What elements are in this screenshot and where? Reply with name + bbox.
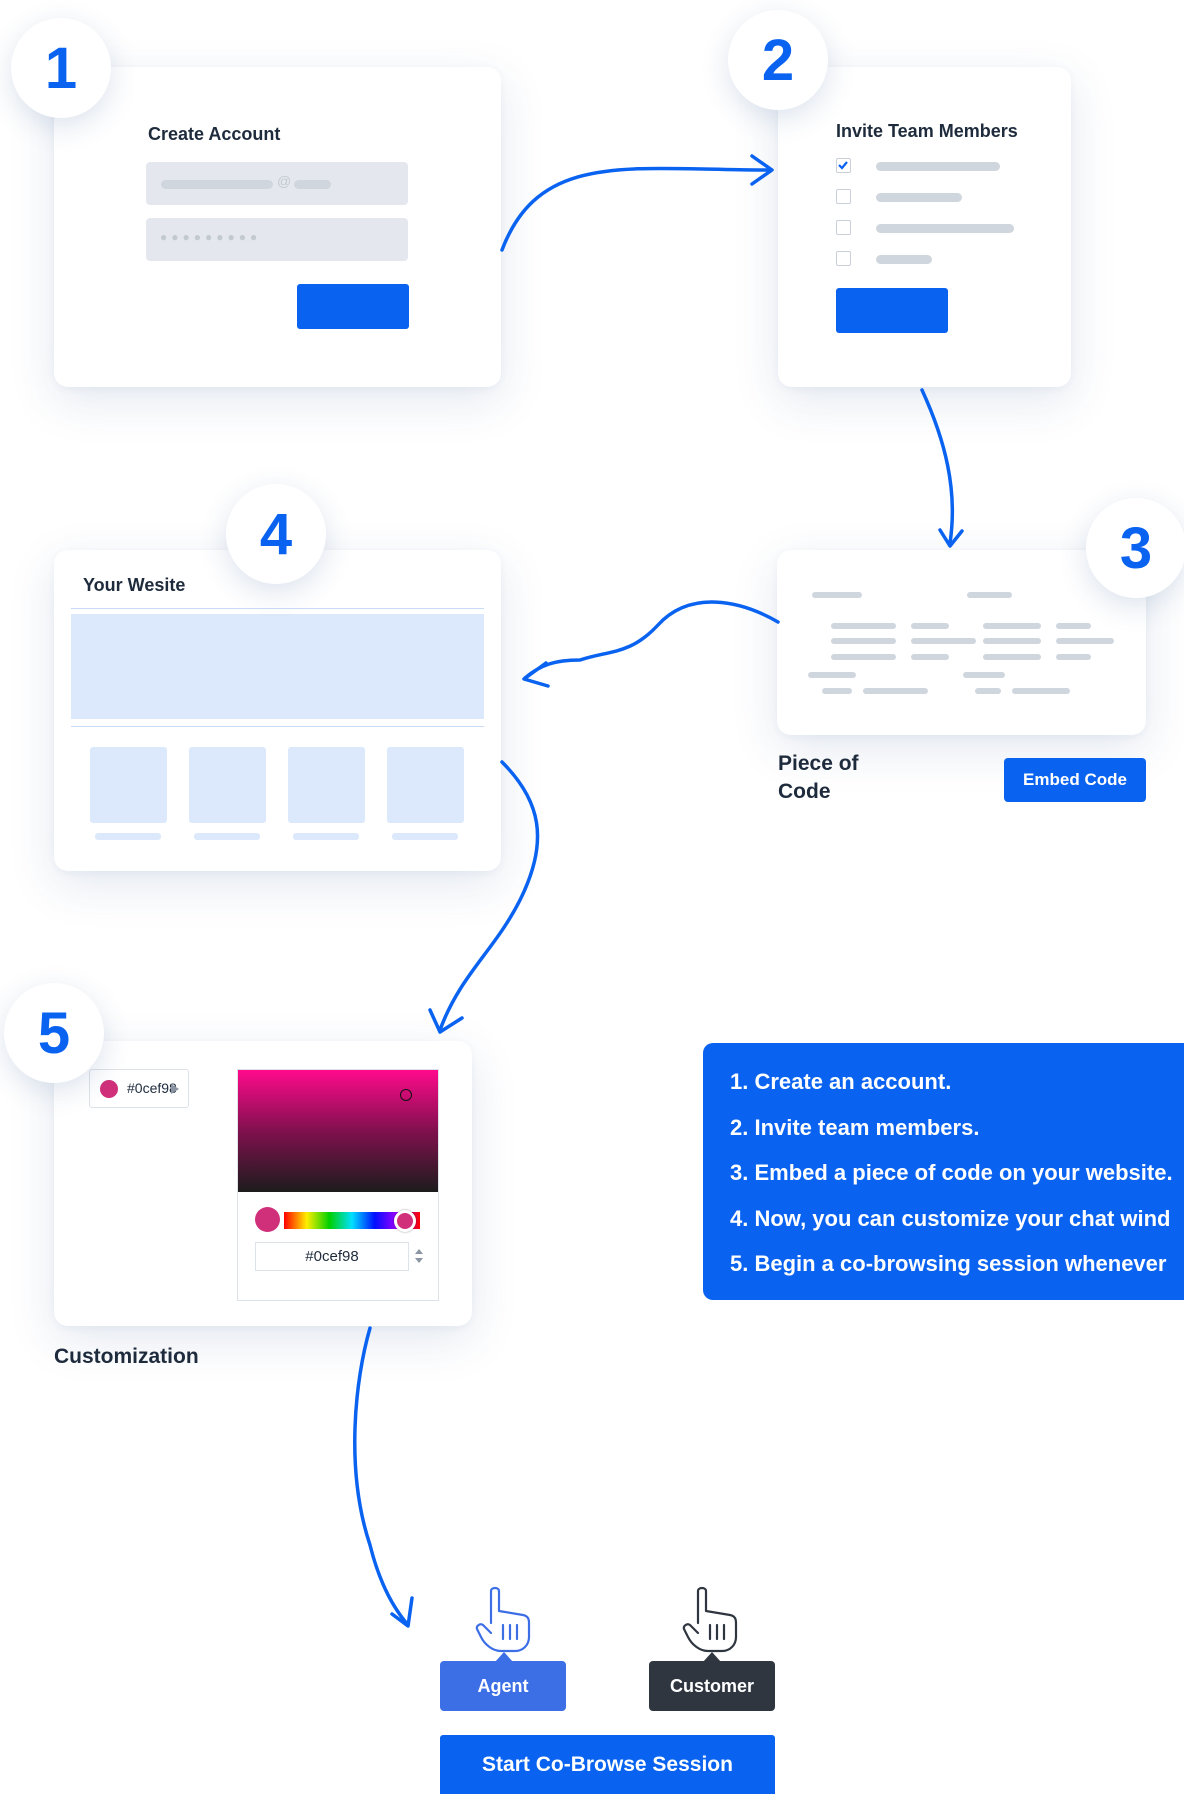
- card-title: Your Wesite: [83, 575, 186, 595]
- arrow-5-to-session-head: [390, 1596, 414, 1628]
- color-picker-panel: #0cef98: [237, 1069, 439, 1301]
- agent-pointer-notch: [495, 1652, 513, 1662]
- step-item: 3. Embed a piece of code on your website…: [730, 1160, 1173, 1185]
- step-badge-4: 4: [226, 484, 326, 584]
- hue-handle[interactable]: [394, 1210, 416, 1232]
- header-divider: [71, 608, 484, 609]
- content-divider: [71, 726, 484, 727]
- steps-summary-box: 1. Create an account. 2. Invite team mem…: [703, 1043, 1184, 1300]
- invite-line-2: [876, 193, 962, 202]
- piece-of-code-caption: Piece of Code: [778, 752, 859, 803]
- invite-checkbox-4[interactable]: [836, 251, 851, 266]
- color-select[interactable]: #0cef98: [89, 1069, 189, 1108]
- invite-line-1: [876, 162, 1000, 171]
- your-website-card: Your Wesite: [54, 550, 501, 871]
- invite-team-card: Invite Team Members: [778, 67, 1071, 387]
- card-title: Create Account: [148, 124, 281, 144]
- hero-banner: [71, 614, 484, 719]
- at-symbol: @: [277, 173, 292, 189]
- arrow-2-to-3: [920, 388, 955, 545]
- pointer-hand-icon: [682, 1586, 738, 1653]
- invite-submit-button[interactable]: [836, 288, 948, 333]
- tile-3: [288, 747, 365, 823]
- step-badge-5: 5: [4, 983, 104, 1083]
- step-badge-3: 3: [1086, 498, 1184, 598]
- saturation-handle[interactable]: [400, 1089, 412, 1101]
- caret-right-icon: [171, 1084, 179, 1094]
- step-badge-2: 2: [728, 10, 828, 110]
- invite-line-3: [876, 224, 1014, 233]
- agent-button[interactable]: Agent: [440, 1661, 566, 1711]
- embed-code-button[interactable]: Embed Code: [1004, 758, 1146, 802]
- arrow-1-to-2: [500, 166, 772, 252]
- arrow-3-to-4-head: [522, 661, 550, 688]
- arrow-2-to-3-head: [938, 528, 964, 548]
- pointer-hand-icon: [475, 1586, 531, 1653]
- password-field[interactable]: ●●●●●●●●●: [146, 218, 408, 261]
- picker-swatch: [255, 1207, 280, 1232]
- password-mask: ●●●●●●●●●: [160, 230, 262, 244]
- card-title: Invite Team Members: [836, 121, 1018, 141]
- start-co-browse-button[interactable]: Start Co-Browse Session: [440, 1735, 775, 1794]
- check-icon: [838, 161, 848, 170]
- hex-input[interactable]: #0cef98: [255, 1242, 409, 1271]
- customization-card: #0cef98 #0cef98: [54, 1041, 472, 1326]
- arrow-1-to-2-head: [750, 154, 774, 186]
- step-item: 1. Create an account.: [730, 1069, 952, 1094]
- hex-input-value: #0cef98: [305, 1248, 359, 1265]
- step-badge-1: 1: [11, 18, 111, 118]
- invite-checkbox-2[interactable]: [836, 189, 851, 204]
- customer-pointer-notch: [703, 1652, 721, 1662]
- tile-1: [90, 747, 167, 823]
- tile-4: [387, 747, 464, 823]
- email-field[interactable]: @: [146, 162, 408, 205]
- step-item: 2. Invite team members.: [730, 1114, 980, 1140]
- arrow-3-to-4: [523, 600, 780, 680]
- tile-2: [189, 747, 266, 823]
- create-account-submit-button[interactable]: [297, 284, 409, 329]
- step-item: 5. Begin a co-browsing session whenever: [730, 1251, 1167, 1276]
- saturation-area[interactable]: [238, 1070, 438, 1192]
- customer-button[interactable]: Customer: [649, 1661, 775, 1711]
- code-snippet-card: [777, 550, 1146, 735]
- color-swatch: [100, 1080, 118, 1098]
- arrow-4-to-5-head: [428, 1008, 464, 1034]
- arrow-5-to-session: [353, 1326, 410, 1627]
- stepper-arrows-icon[interactable]: [414, 1247, 424, 1265]
- invite-line-4: [876, 255, 932, 264]
- customization-caption: Customization: [54, 1345, 199, 1368]
- invite-checkbox-3[interactable]: [836, 220, 851, 235]
- create-account-card: Create Account @ ●●●●●●●●●: [54, 67, 501, 387]
- step-item: 4. Now, you can customize your chat wind: [730, 1205, 1171, 1231]
- hue-slider[interactable]: [284, 1210, 420, 1232]
- invite-checkbox-1[interactable]: [836, 158, 851, 173]
